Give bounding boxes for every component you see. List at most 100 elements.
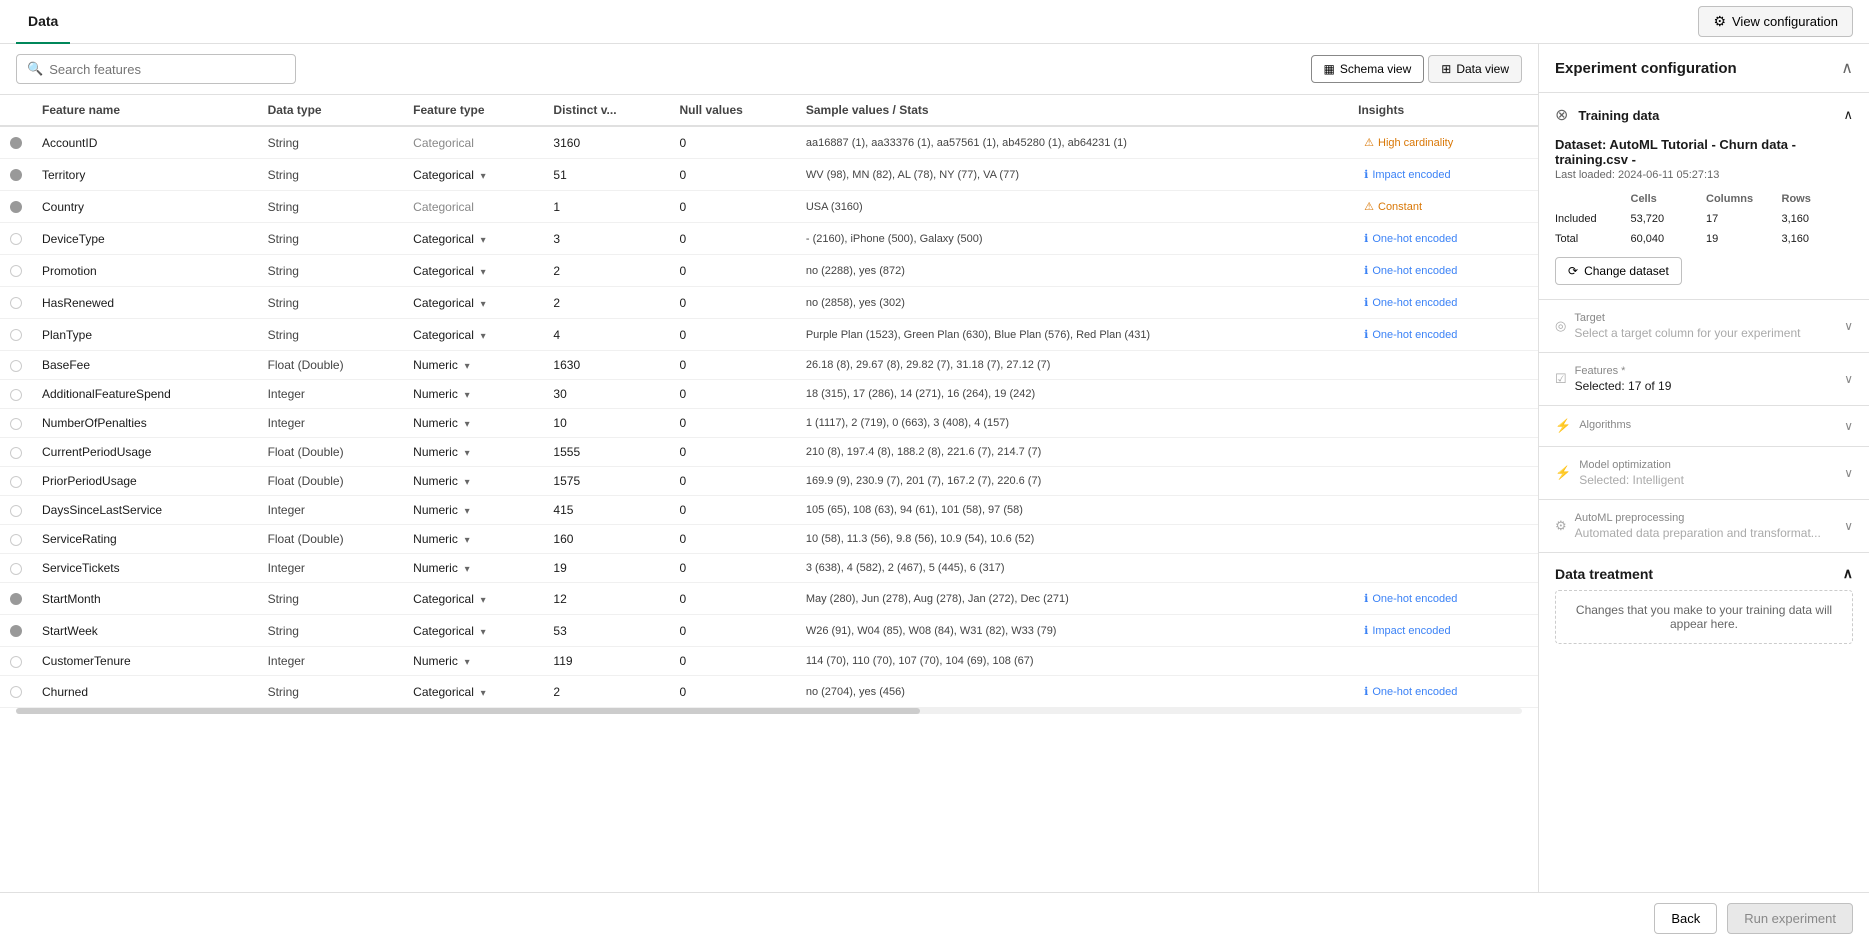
row-feature-type[interactable]: Numeric ▾ <box>403 496 543 525</box>
row-dot <box>10 476 22 488</box>
target-chevron-icon: ∨ <box>1844 319 1853 333</box>
row-null-values: 0 <box>669 380 795 409</box>
search-input[interactable] <box>49 62 285 77</box>
stats-cells-header: Cells <box>1631 191 1703 207</box>
row-feature-type[interactable]: Numeric ▾ <box>403 554 543 583</box>
row-distinct: 2 <box>543 676 669 708</box>
search-box[interactable]: 🔍 <box>16 54 296 84</box>
row-radio-cell <box>0 525 32 554</box>
row-feature-type[interactable]: Categorical ▾ <box>403 223 543 255</box>
insight-text: Impact encoded <box>1372 625 1450 637</box>
row-data-type: Integer <box>258 647 404 676</box>
stats-empty-header <box>1555 191 1627 207</box>
view-config-button[interactable]: ⚙ View configuration <box>1698 6 1853 37</box>
info-icon: ℹ <box>1364 328 1368 341</box>
row-feature-type[interactable]: Numeric ▾ <box>403 380 543 409</box>
run-experiment-button[interactable]: Run experiment <box>1727 903 1853 934</box>
row-feature-type[interactable]: Numeric ▾ <box>403 409 543 438</box>
row-dot <box>10 418 22 430</box>
row-distinct: 160 <box>543 525 669 554</box>
row-sample-values: 105 (65), 108 (63), 94 (61), 101 (58), 9… <box>796 496 1348 525</box>
dataset-stats-grid: Cells Columns Rows Included 53,720 17 3,… <box>1555 191 1853 247</box>
row-insights: ℹ One-hot encoded <box>1348 287 1538 319</box>
col-header-target <box>0 95 32 126</box>
schema-view-button[interactable]: ▦ Schema view <box>1311 55 1425 83</box>
training-data-chevron: ∧ <box>1843 107 1853 123</box>
row-dot <box>10 625 22 637</box>
row-data-type: String <box>258 319 404 351</box>
refresh-icon: ⟳ <box>1568 264 1578 278</box>
row-feature-type[interactable]: Categorical ▾ <box>403 287 543 319</box>
training-data-header[interactable]: ⊗ Training data ∧ <box>1539 93 1869 137</box>
row-feature-type[interactable]: Numeric ▾ <box>403 351 543 380</box>
row-feature-type[interactable]: Numeric ▾ <box>403 467 543 496</box>
row-dot <box>10 360 22 372</box>
row-feature-type[interactable]: Categorical ▾ <box>403 676 543 708</box>
row-insights <box>1348 351 1538 380</box>
row-feature-name: CustomerTenure <box>32 647 258 676</box>
target-config-header[interactable]: ◎ Target Select a target column for your… <box>1555 312 1853 340</box>
row-feature-type[interactable]: Categorical ▾ <box>403 319 543 351</box>
tab-data[interactable]: Data <box>16 0 70 44</box>
row-distinct: 10 <box>543 409 669 438</box>
table-row: ServiceRatingFloat (Double)Numeric ▾1600… <box>0 525 1538 554</box>
data-treatment-section: Data treatment ∧ Changes that you make t… <box>1539 553 1869 656</box>
features-config-item: ☑ Features * Selected: 17 of 19 ∨ <box>1539 353 1869 406</box>
bottom-bar: Back Run experiment <box>0 892 1869 944</box>
row-feature-name: AdditionalFeatureSpend <box>32 380 258 409</box>
row-sample-values: no (2704), yes (456) <box>796 676 1348 708</box>
row-insights: ℹ One-hot encoded <box>1348 319 1538 351</box>
features-table: Feature name Data type Feature type Dist… <box>0 95 1538 708</box>
row-feature-type[interactable]: Numeric ▾ <box>403 438 543 467</box>
row-radio-cell <box>0 583 32 615</box>
row-feature-type[interactable]: Categorical <box>403 126 543 159</box>
model-optimization-config-item: ⚡ Model optimization Selected: Intellige… <box>1539 447 1869 500</box>
horizontal-scrollbar[interactable] <box>16 708 1522 714</box>
row-feature-type[interactable]: Categorical ▾ <box>403 159 543 191</box>
row-feature-type[interactable]: Numeric ▾ <box>403 647 543 676</box>
algorithms-config-header[interactable]: ⚡ Algorithms ∨ <box>1555 418 1853 434</box>
table-row: NumberOfPenaltiesIntegerNumeric ▾1001 (1… <box>0 409 1538 438</box>
features-config-header[interactable]: ☑ Features * Selected: 17 of 19 ∨ <box>1555 365 1853 393</box>
change-dataset-label: Change dataset <box>1584 264 1669 278</box>
row-feature-type[interactable]: Categorical ▾ <box>403 255 543 287</box>
row-distinct: 2 <box>543 255 669 287</box>
row-data-type: String <box>258 583 404 615</box>
feature-type-dropdown-icon: ▾ <box>462 361 470 372</box>
table-container: Feature name Data type Feature type Dist… <box>0 95 1538 892</box>
table-row: PriorPeriodUsageFloat (Double)Numeric ▾1… <box>0 467 1538 496</box>
automl-preprocessing-header[interactable]: ⚙ AutoML preprocessing Automated data pr… <box>1555 512 1853 540</box>
row-feature-type[interactable]: Categorical <box>403 191 543 223</box>
row-null-values: 0 <box>669 554 795 583</box>
info-icon: ℹ <box>1364 296 1368 309</box>
info-icon: ℹ <box>1364 232 1368 245</box>
feature-type-dropdown-icon: ▾ <box>478 627 486 638</box>
collapse-panel-button[interactable]: ∧ <box>1841 58 1853 78</box>
col-header-distinct: Distinct v... <box>543 95 669 126</box>
row-feature-type[interactable]: Numeric ▾ <box>403 525 543 554</box>
model-opt-left: ⚡ Model optimization Selected: Intellige… <box>1555 459 1684 487</box>
row-data-type: String <box>258 159 404 191</box>
row-feature-type[interactable]: Categorical ▾ <box>403 615 543 647</box>
automl-pre-icon: ⚙ <box>1555 518 1567 534</box>
stats-included-label: Included <box>1555 211 1627 227</box>
model-optimization-header[interactable]: ⚡ Model optimization Selected: Intellige… <box>1555 459 1853 487</box>
row-dot <box>10 137 22 149</box>
change-dataset-button[interactable]: ⟳ Change dataset <box>1555 257 1682 285</box>
insight-badge: ℹ Impact encoded <box>1358 166 1456 183</box>
row-radio-cell <box>0 409 32 438</box>
table-row: StartMonthStringCategorical ▾120May (280… <box>0 583 1538 615</box>
info-icon: ℹ <box>1364 592 1368 605</box>
row-feature-type[interactable]: Categorical ▾ <box>403 583 543 615</box>
model-opt-text: Model optimization Selected: Intelligent <box>1579 459 1684 487</box>
data-view-button[interactable]: ⊞ Data view <box>1428 55 1522 83</box>
view-toggle: ▦ Schema view ⊞ Data view <box>1311 55 1522 83</box>
row-null-values: 0 <box>669 583 795 615</box>
table-header-row: Feature name Data type Feature type Dist… <box>0 95 1538 126</box>
model-opt-label: Model optimization <box>1579 459 1684 471</box>
row-feature-name: ServiceTickets <box>32 554 258 583</box>
back-button[interactable]: Back <box>1654 903 1717 934</box>
row-insights <box>1348 467 1538 496</box>
row-insights: ℹ Impact encoded <box>1348 159 1538 191</box>
insight-text: One-hot encoded <box>1372 233 1457 245</box>
